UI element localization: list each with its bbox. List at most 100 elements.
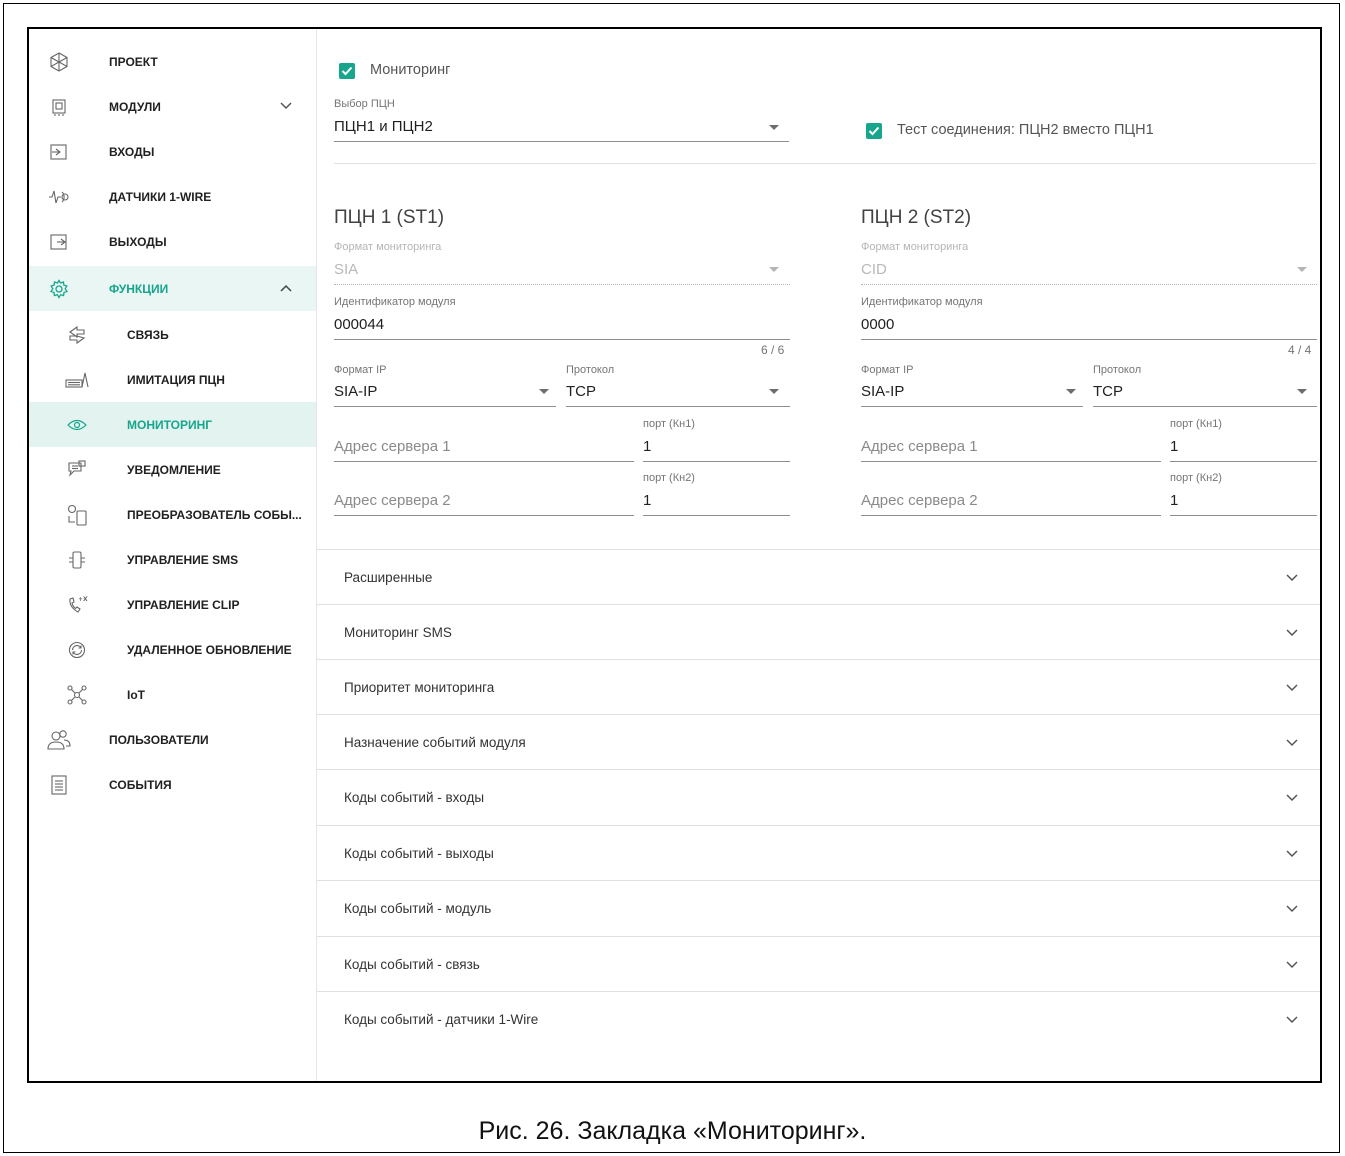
sidebar-item-users[interactable]: ПОЛЬЗОВАТЕЛИ (29, 717, 316, 762)
port1-label: порт (Кн1) (643, 418, 695, 430)
sidebar-item-label: СВЯЗЬ (127, 327, 169, 342)
accordion-item-sms-monitoring[interactable]: Мониторинг SMS (317, 604, 1320, 660)
chevron-down-icon (1286, 684, 1298, 692)
chevron-down-icon (1286, 850, 1298, 858)
accordion-item-event-codes-outputs[interactable]: Коды событий - выходы (317, 825, 1320, 881)
module-id-label: Идентификатор модуля (334, 296, 456, 308)
port2-underline (643, 515, 790, 516)
server1-input[interactable]: Адрес сервера 1 (334, 438, 451, 455)
module-chip-icon (47, 95, 71, 119)
port2-label: порт (Кн2) (643, 472, 695, 484)
port1-underline (643, 461, 790, 462)
sidebar-item-clip-control[interactable]: +XYZ УПРАВЛЕНИЕ CLIP (29, 582, 316, 627)
sidebar-item-project[interactable]: ПРОЕКТ (29, 39, 316, 84)
protocol-underline (566, 406, 790, 407)
port1-input[interactable]: 1 (1170, 438, 1178, 455)
sidebar-item-notification[interactable]: УВЕДОМЛЕНИЕ (29, 447, 316, 492)
chevron-down-icon (1286, 1016, 1298, 1024)
accordion-item-event-codes-inputs[interactable]: Коды событий - входы (317, 769, 1320, 825)
chevron-down-icon (1286, 574, 1298, 582)
sensor-1wire-icon (47, 185, 71, 209)
accordion-item-event-codes-module[interactable]: Коды событий - модуль (317, 880, 1320, 936)
sidebar-item-sms-control[interactable]: УПРАВЛЕНИЕ SMS (29, 537, 316, 582)
sidebar-item-iot[interactable]: IoT (29, 672, 316, 717)
caret-down-icon[interactable] (1297, 389, 1307, 394)
chevron-down-icon (1286, 794, 1298, 802)
format-label: Формат мониторинга (861, 241, 969, 253)
sidebar-item-label: ВХОДЫ (109, 144, 155, 159)
module-id-input[interactable]: 000044 (334, 316, 384, 333)
chevron-up-icon[interactable] (278, 280, 294, 296)
module-id-input[interactable]: 0000 (861, 316, 894, 333)
caret-down-icon[interactable] (1066, 389, 1076, 394)
sidebar-item-label: СОБЫТИЯ (109, 777, 172, 792)
figure-caption: Рис. 26. Закладка «Мониторинг». (478, 1117, 867, 1145)
sidebar-item-monitoring[interactable]: МОНИТОРИНГ (29, 402, 316, 447)
protocol-value[interactable]: TCP (566, 383, 596, 400)
sidebar-item-outputs[interactable]: ВЫХОДЫ (29, 219, 316, 264)
protocol-label: Протокол (566, 364, 615, 376)
sidebar-item-label: УВЕДОМЛЕНИЕ (127, 462, 221, 477)
accordion-item-monitoring-priority[interactable]: Приоритет мониторинга (317, 659, 1320, 715)
sidebar-item-label: МОНИТОРИНГ (127, 417, 213, 432)
module-id-underline (861, 339, 1317, 340)
sidebar-item-events[interactable]: СОБЫТИЯ (29, 762, 316, 807)
caret-down-icon[interactable] (769, 389, 779, 394)
ip-format-value[interactable]: SIA-IP (334, 383, 377, 400)
sidebar-item-functions[interactable]: ФУНКЦИИ (29, 266, 316, 311)
port2-input[interactable]: 1 (1170, 492, 1178, 509)
app-window: ПРОЕКТ МОДУЛИ ВХОДЫ ДАТЧИКИ 1-WIRE ВЫХОД… (27, 27, 1322, 1083)
project-icon (47, 50, 71, 74)
accordion-label: Коды событий - выходы (344, 846, 494, 861)
format-label: Формат мониторинга (334, 241, 442, 253)
main-panel: Мониторинг Выбор ПЦН ПЦН1 и ПЦН2 Тест со… (317, 29, 1320, 1081)
server2-input[interactable]: Адрес сервера 2 (334, 492, 451, 509)
sidebar-item-1wire-sensors[interactable]: ДАТЧИКИ 1-WIRE (29, 174, 316, 219)
sidebar-item-station-imitation[interactable]: ИМИТАЦИЯ ПЦН (29, 357, 316, 402)
sms-icon (65, 548, 89, 572)
port2-input[interactable]: 1 (643, 492, 651, 509)
server1-input[interactable]: Адрес сервера 1 (861, 438, 978, 455)
accordion-item-advanced[interactable]: Расширенные (317, 549, 1320, 605)
accordion-item-event-codes-communication[interactable]: Коды событий - связь (317, 936, 1320, 992)
chevron-down-icon (1286, 739, 1298, 747)
format-underline (334, 284, 790, 285)
sidebar-item-label: IoT (127, 687, 145, 702)
sidebar-item-remote-update[interactable]: УДАЛЕННОЕ ОБНОВЛЕНИЕ (29, 627, 316, 672)
sidebar: ПРОЕКТ МОДУЛИ ВХОДЫ ДАТЧИКИ 1-WIRE ВЫХОД… (29, 29, 317, 1081)
caret-down-icon[interactable] (539, 389, 549, 394)
protocol-underline (1093, 406, 1317, 407)
sidebar-item-event-converter[interactable]: ПРЕОБРАЗОВАТЕЛЬ СОБЫ... (29, 492, 316, 537)
caret-down-icon (769, 267, 779, 272)
accordion-label: Назначение событий модуля (344, 735, 526, 750)
accordion-item-module-event-assignment[interactable]: Назначение событий модуля (317, 714, 1320, 770)
chevron-down-icon[interactable] (278, 98, 294, 114)
users-icon (47, 728, 71, 752)
ip-format-label: Формат IP (861, 364, 914, 376)
format-value[interactable]: CID (861, 261, 887, 278)
chevron-down-icon (1286, 629, 1298, 637)
accordion-label: Приоритет мониторинга (344, 680, 495, 695)
notification-icon (65, 458, 89, 482)
server2-input[interactable]: Адрес сервера 2 (861, 492, 978, 509)
protocol-value[interactable]: TCP (1093, 383, 1123, 400)
ip-format-value[interactable]: SIA-IP (861, 383, 904, 400)
server1-underline (861, 461, 1161, 462)
accordion-label: Коды событий - связь (344, 957, 480, 972)
sidebar-item-label: ДАТЧИКИ 1-WIRE (109, 189, 212, 204)
module-id-underline (334, 339, 790, 340)
station-title: ПЦН 2 (ST2) (861, 207, 972, 228)
chevron-down-icon (1286, 961, 1298, 969)
format-value[interactable]: SIA (334, 261, 358, 278)
protocol-label: Протокол (1093, 364, 1142, 376)
sidebar-item-label: ИМИТАЦИЯ ПЦН (127, 372, 225, 387)
server2-underline (861, 515, 1161, 516)
caret-down-icon (1297, 267, 1307, 272)
gear-icon (47, 277, 71, 301)
sidebar-item-label: УДАЛЕННОЕ ОБНОВЛЕНИЕ (127, 642, 292, 657)
sidebar-item-inputs[interactable]: ВХОДЫ (29, 129, 316, 174)
accordion-item-event-codes-1wire[interactable]: Коды событий - датчики 1-Wire (317, 991, 1320, 1047)
sidebar-item-communication[interactable]: СВЯЗЬ (29, 312, 316, 357)
port1-input[interactable]: 1 (643, 438, 651, 455)
sidebar-item-modules[interactable]: МОДУЛИ (29, 84, 316, 129)
